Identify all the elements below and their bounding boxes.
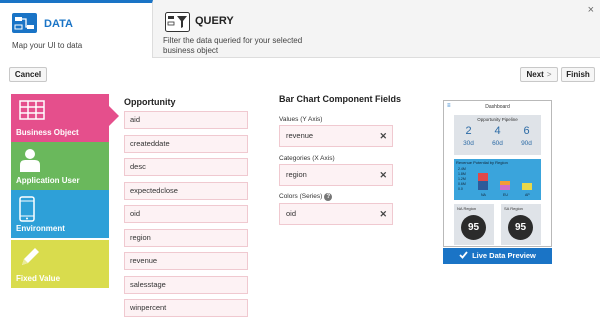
pipeline-label: 90d: [521, 140, 532, 147]
values-dropzone[interactable]: revenue ✕: [279, 125, 393, 147]
category-label: Fixed Value: [16, 274, 61, 283]
field-item[interactable]: salesstage: [124, 275, 248, 294]
sa-region-title: SA Region: [504, 206, 523, 211]
region-label: AP: [525, 193, 530, 197]
colors-value: oid: [286, 209, 297, 218]
chevron-right-icon: >: [546, 70, 552, 79]
category-label: Business Object: [16, 128, 79, 137]
tab-query-desc: Filter the data queried for your selecte…: [163, 36, 303, 55]
next-button[interactable]: Next >: [520, 67, 558, 82]
category-business-object[interactable]: Business Object: [11, 94, 119, 142]
tab-query-title: QUERY: [195, 15, 234, 27]
preview-bar: [478, 173, 488, 181]
field-item[interactable]: oid: [124, 205, 248, 223]
revenue-tick: 1.8M: [458, 172, 466, 176]
finish-button[interactable]: Finish: [561, 67, 595, 82]
pencil-icon: [22, 248, 39, 265]
field-item[interactable]: winpercent: [124, 299, 248, 317]
categories-value: region: [286, 170, 307, 179]
field-item[interactable]: region: [124, 228, 248, 247]
table-icon: [19, 100, 45, 120]
na-region-title: NA Region: [457, 206, 477, 211]
category-application-user[interactable]: Application User: [11, 142, 109, 190]
tab-data-desc: Map your UI to data: [12, 41, 83, 50]
preview-bar: [478, 181, 488, 190]
remove-icon[interactable]: ✕: [379, 204, 387, 224]
category-environment[interactable]: Environment: [11, 190, 109, 238]
region-label: EU: [503, 193, 508, 197]
help-icon[interactable]: ?: [324, 193, 333, 201]
pipeline-number: 2: [465, 125, 472, 137]
checkmark-icon: [459, 251, 468, 259]
na-region-card: NA Region 95: [454, 204, 494, 245]
preview-bar: [500, 185, 510, 190]
pipeline-number: 6: [523, 125, 530, 137]
preview-bar: [522, 183, 532, 190]
pipeline-label: 30d: [463, 140, 474, 147]
sa-region-card: SA Region 95: [501, 204, 541, 245]
pipeline-number: 4: [494, 125, 501, 137]
sa-region-value: 95: [508, 215, 533, 240]
preview-header: Dashboard: [485, 104, 510, 110]
query-filter-icon: [165, 12, 190, 32]
categories-label: Categories (X Axis): [279, 155, 335, 162]
fields-title: Opportunity: [124, 97, 176, 107]
dashboard-preview: ≡ Dashboard Opportunity Pipeline 2 4 6 3…: [443, 100, 552, 247]
revenue-title: Revenue Potential by Region: [456, 160, 508, 165]
pipeline-card: Opportunity Pipeline 2 4 6 30d 60d 90d: [454, 115, 541, 155]
live-data-preview-button[interactable]: Live Data Preview: [443, 248, 552, 264]
wizard-steps: DATA Map your UI to data QUERY Filter th…: [0, 0, 600, 58]
region-label: NA: [481, 193, 486, 197]
category-label: Application User: [16, 176, 80, 185]
selected-indicator: [109, 106, 119, 126]
category-label: Environment: [16, 224, 65, 233]
colors-label-text: Colors (Series): [279, 193, 323, 200]
component-title: Bar Chart Component Fields: [279, 94, 402, 104]
user-icon: [20, 149, 40, 172]
pipeline-label: 60d: [492, 140, 503, 147]
values-value: revenue: [286, 131, 314, 140]
revenue-tick: 1.2M: [458, 177, 466, 181]
pipeline-title: Opportunity Pipeline: [477, 117, 518, 122]
tab-data[interactable]: DATA Map your UI to data: [0, 0, 153, 58]
revenue-tick: 0.0: [458, 187, 463, 191]
field-item[interactable]: aid: [124, 111, 248, 129]
tab-query[interactable]: QUERY Filter the data queried for your s…: [153, 0, 343, 58]
colors-dropzone[interactable]: oid ✕: [279, 203, 393, 225]
values-label: Values (Y Axis): [279, 116, 323, 123]
revenue-tick: 0.6M: [458, 182, 466, 186]
category-fixed-value[interactable]: Fixed Value: [11, 240, 109, 288]
field-item[interactable]: createddate: [124, 134, 248, 153]
revenue-tick: 2.4M: [458, 167, 466, 171]
data-mapping-icon: [12, 13, 37, 33]
next-button-label: Next: [526, 70, 544, 79]
remove-icon[interactable]: ✕: [379, 165, 387, 185]
cancel-button[interactable]: Cancel: [9, 67, 47, 82]
live-data-preview-label: Live Data Preview: [472, 251, 536, 260]
field-item[interactable]: desc: [124, 158, 248, 176]
revenue-card: Revenue Potential by Region 2.4M 1.8M 1.…: [454, 159, 541, 200]
remove-icon[interactable]: ✕: [379, 126, 387, 146]
mobile-device-icon: [19, 196, 35, 222]
field-item[interactable]: revenue: [124, 252, 248, 270]
na-region-value: 95: [461, 215, 486, 240]
tab-data-title: DATA: [44, 18, 73, 30]
colors-label: Colors (Series)?: [279, 193, 333, 201]
close-icon[interactable]: ×: [588, 4, 594, 16]
field-item[interactable]: expectedclose: [124, 181, 248, 200]
categories-dropzone[interactable]: region ✕: [279, 164, 393, 186]
